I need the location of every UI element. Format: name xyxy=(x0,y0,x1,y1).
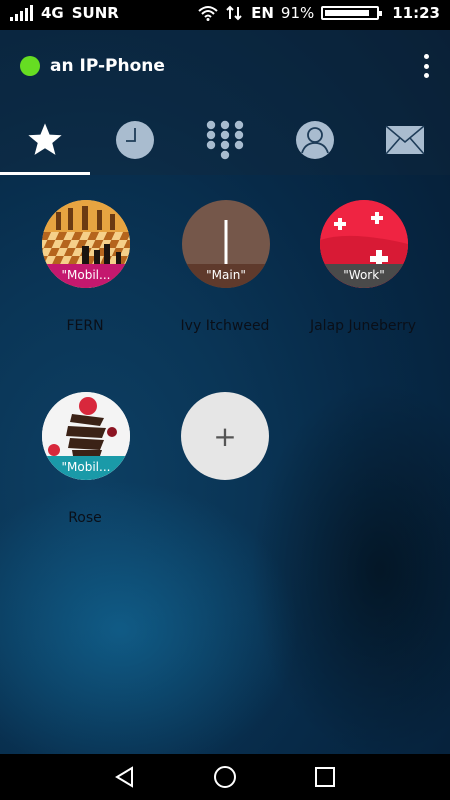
contacts-icon xyxy=(296,121,334,159)
account-title[interactable]: an IP-Phone xyxy=(50,56,165,76)
overflow-menu-button[interactable] xyxy=(420,52,432,80)
avatar: "Mobil... xyxy=(42,200,130,288)
signal-icon xyxy=(10,5,33,21)
avatar: "Work" xyxy=(320,200,408,288)
tab-bar xyxy=(0,105,450,175)
tab-recents[interactable] xyxy=(90,105,180,175)
avatar: "Main" xyxy=(182,200,270,288)
battery-icon xyxy=(321,6,383,20)
contact-name: Jalap Juneberry xyxy=(309,318,417,334)
dot-icon xyxy=(423,73,429,78)
data-transfer-icon xyxy=(226,5,242,21)
clock-time: 11:23 xyxy=(392,4,440,22)
avatar: "Mobil... xyxy=(42,392,130,480)
contact-name: Rose xyxy=(68,510,102,526)
clock-icon xyxy=(116,121,154,159)
network-type: 4G xyxy=(41,4,64,22)
tab-dialpad[interactable] xyxy=(180,105,270,175)
language-indicator: EN xyxy=(251,4,274,22)
mail-icon xyxy=(385,125,425,155)
favorite-contact[interactable]: "Mobil... FERN xyxy=(20,200,150,350)
back-icon[interactable] xyxy=(113,765,137,789)
dot-icon xyxy=(423,63,429,69)
star-icon xyxy=(28,123,62,155)
status-bar: 4G SUNR EN 91% 11:23 xyxy=(0,0,450,30)
dot-icon xyxy=(423,54,429,59)
battery-percent: 91% xyxy=(280,4,315,22)
navigation-bar xyxy=(0,754,450,800)
app-header: an IP-Phone xyxy=(0,30,450,105)
favorite-contact[interactable]: "Work" Jalap Juneberry xyxy=(298,200,428,350)
favorite-contact[interactable]: "Main" Ivy Itchweed xyxy=(160,200,290,350)
tab-contacts[interactable] xyxy=(270,105,360,175)
favorite-contact[interactable]: "Mobil... Rose xyxy=(20,392,150,542)
tab-messages[interactable] xyxy=(360,105,450,175)
recents-icon[interactable] xyxy=(313,765,337,789)
carrier-name: SUNR xyxy=(71,4,119,22)
dialpad-icon xyxy=(206,120,244,160)
screen: 4G SUNR EN 91% 11:23 an IP-Phone "Mobil.… xyxy=(0,0,450,800)
tab-selected-indicator xyxy=(0,172,90,175)
presence-indicator[interactable] xyxy=(20,56,40,76)
home-icon[interactable] xyxy=(213,765,237,789)
number-label: "Mobil... xyxy=(42,456,130,480)
number-label: "Work" xyxy=(320,264,408,288)
number-label: "Main" xyxy=(182,264,270,288)
number-label: "Mobil... xyxy=(42,264,130,288)
add-favorite-button[interactable]: + xyxy=(181,392,269,480)
contact-name: FERN xyxy=(66,318,104,334)
tab-favorites[interactable] xyxy=(0,105,90,175)
contact-name: Ivy Itchweed xyxy=(180,318,270,334)
wifi-icon xyxy=(198,6,218,21)
plus-icon: + xyxy=(213,419,237,453)
